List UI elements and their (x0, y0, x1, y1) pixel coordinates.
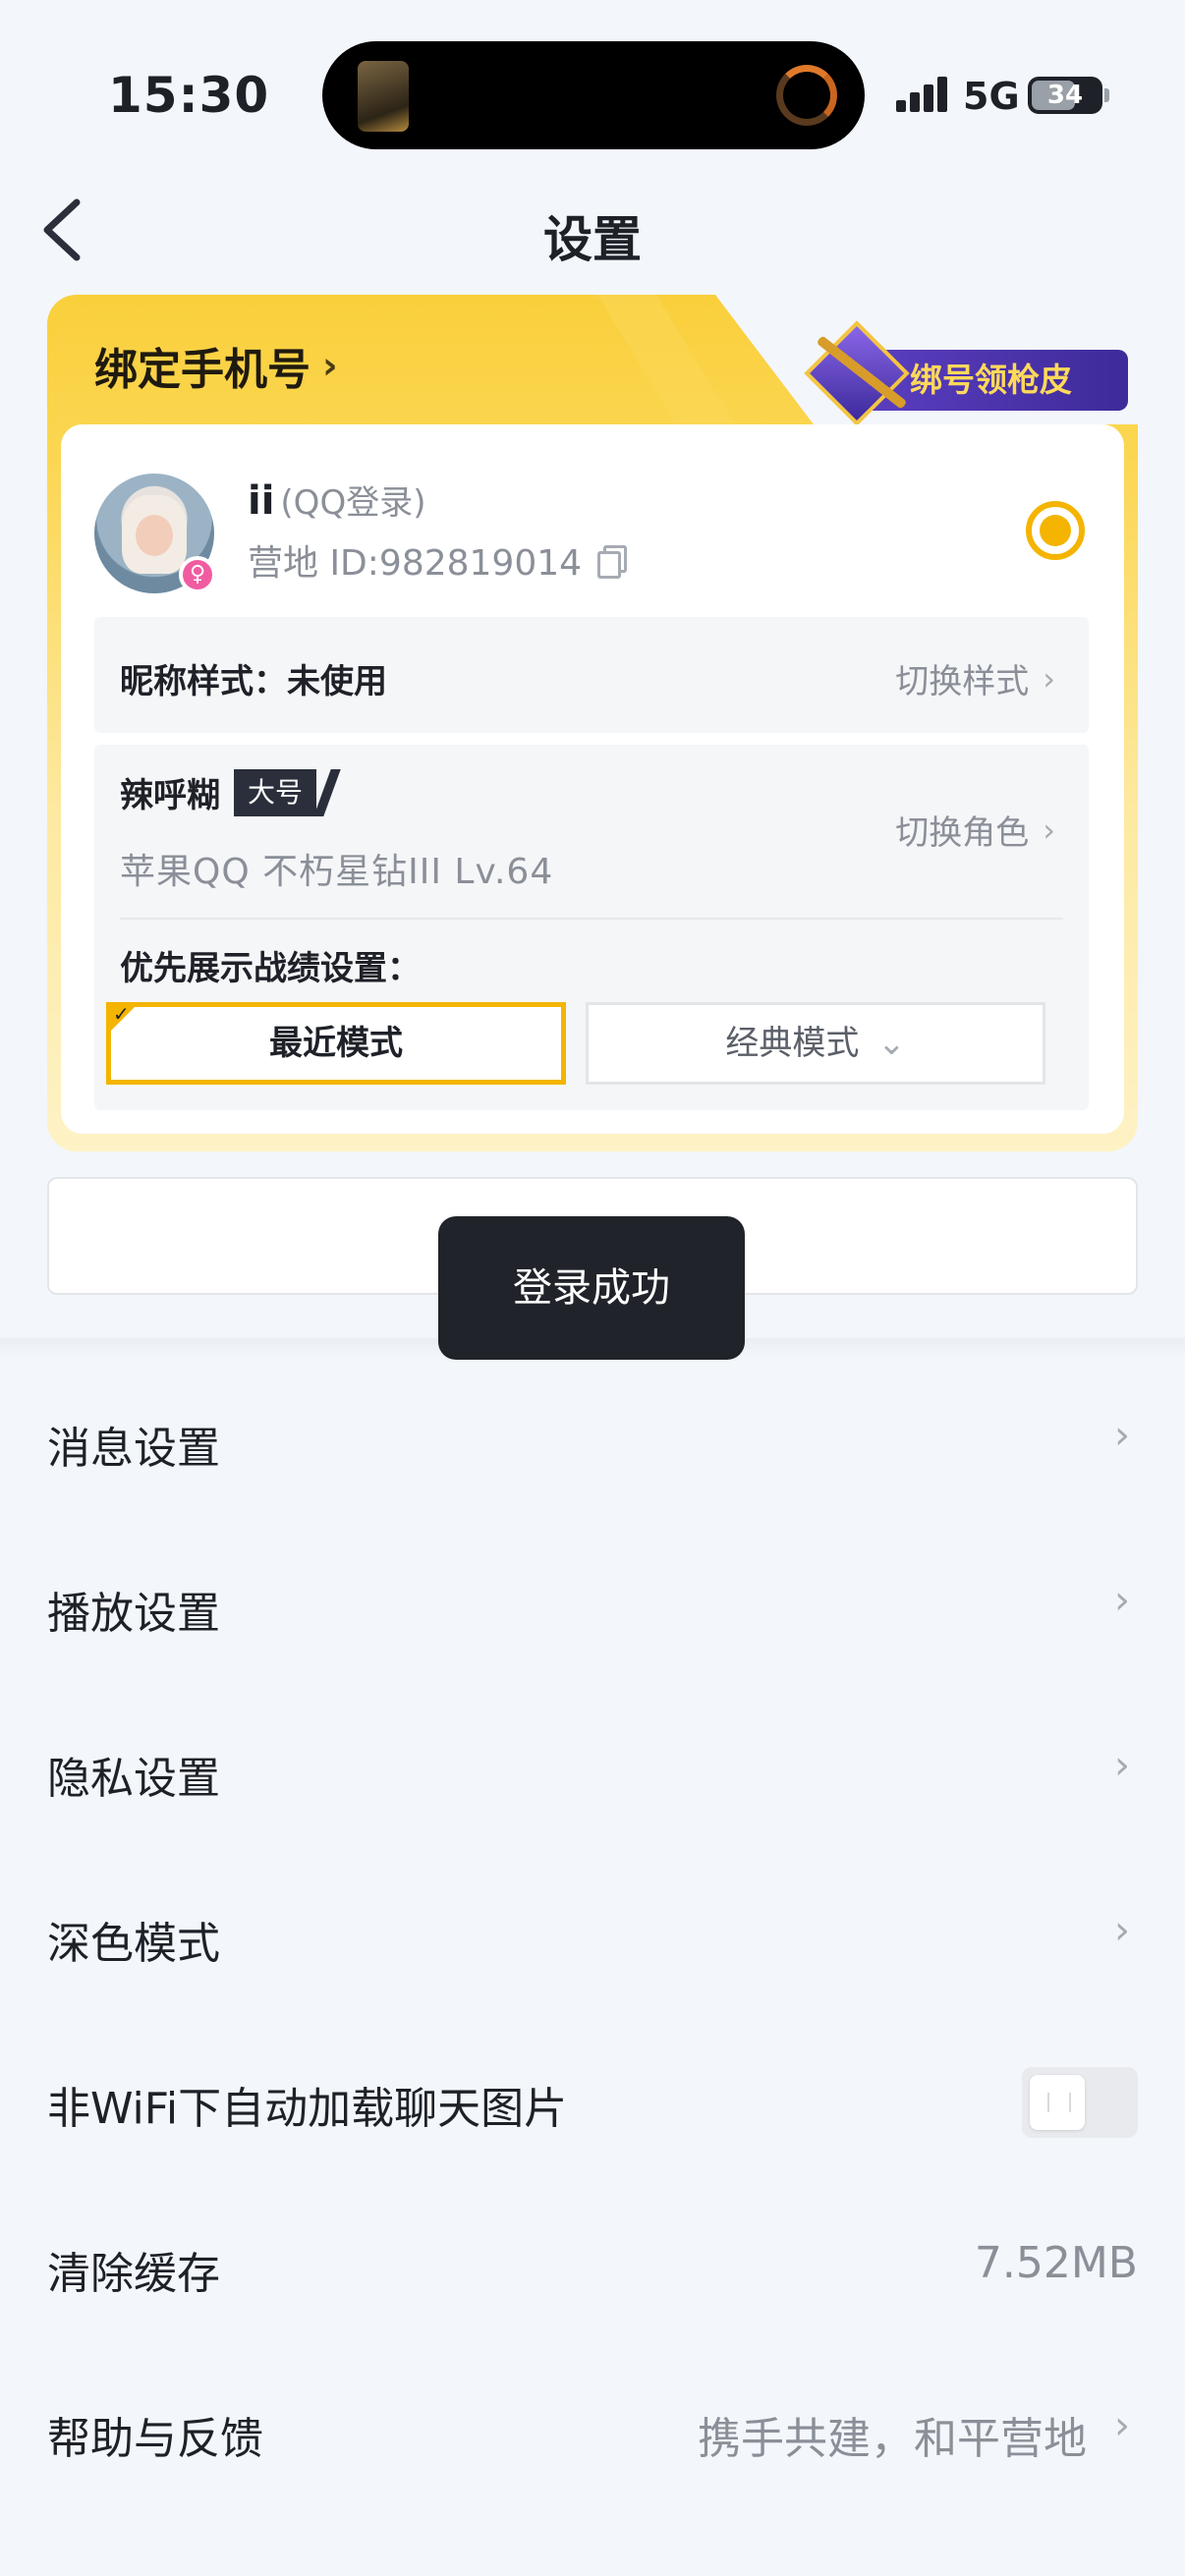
user-nickname: ii (QQ登录) (248, 476, 425, 524)
chevron-right-icon: › (1043, 811, 1055, 849)
nickname-style-row[interactable]: 昵称样式：未使用 切换样式 › (94, 617, 1089, 733)
chevron-right-icon: › (1114, 2403, 1130, 2448)
account-selected-radio[interactable] (1026, 501, 1085, 560)
login-success-toast: 登录成功 (438, 1216, 745, 1360)
account-card-content: ♀ ii (QQ登录) 营地 ID:982819014 昵称样式：未使用 切换样式… (61, 424, 1124, 1134)
classic-mode-label: 经典模式 (725, 1024, 860, 1063)
message-settings-row[interactable]: 消息设置 › (0, 1356, 1185, 1521)
switch-style-label: 切换样式 (895, 662, 1030, 701)
switch-style-link[interactable]: 切换样式 › (895, 654, 1055, 702)
now-playing-thumbnail (358, 61, 409, 132)
game-role-panel: 辣呼糊 大号 苹果QQ 不朽星钻III Lv.64 切换角色 › 优先展示战绩设… (94, 745, 1089, 1110)
chevron-right-icon: › (322, 344, 338, 387)
account-card: 绑定手机号 › 绑号领枪皮 ♀ ii (QQ登录) 营地 ID:982819014… (47, 295, 1138, 1151)
recent-mode-label: 最近模式 (269, 1024, 403, 1063)
wifi-image-autoload-row: 非WiFi下自动加载聊天图片 (0, 2016, 1185, 2181)
page-title: 设置 (543, 211, 642, 268)
switch-role-label: 切换角色 (895, 813, 1030, 853)
dark-mode-row[interactable]: 深色模式 › (0, 1851, 1185, 2016)
dynamic-island (322, 41, 865, 149)
female-gender-icon: ♀ (179, 556, 216, 593)
settings-label: 帮助与反馈 (47, 2414, 263, 2464)
clear-cache-row[interactable]: 清除缓存 7.52MB (0, 2181, 1185, 2346)
settings-label: 非WiFi下自动加载聊天图片 (47, 2084, 568, 2134)
chevron-down-icon: ⌄ (877, 1024, 906, 1063)
check-icon: ✓ (113, 1002, 130, 1026)
signal-icon (896, 77, 951, 112)
nickname-style-label: 昵称样式：未使用 (120, 662, 387, 701)
camp-id-text: 营地 ID:982819014 (248, 543, 583, 584)
copy-icon[interactable] (597, 545, 628, 579)
cache-size: 7.52MB (974, 2238, 1138, 2288)
wifi-image-autoload-toggle[interactable] (1022, 2067, 1138, 2138)
record-preference-label: 优先展示战绩设置： (120, 949, 421, 988)
bind-phone-label: 绑定手机号 (94, 345, 310, 395)
classic-mode-dropdown[interactable]: 经典模式 ⌄ (586, 1002, 1045, 1085)
role-name: 辣呼糊 大号 (120, 768, 317, 816)
bind-phone-link[interactable]: 绑定手机号 › (94, 334, 338, 397)
settings-label: 消息设置 (47, 1424, 220, 1474)
camp-id: 营地 ID:982819014 (248, 534, 628, 586)
chevron-right-icon: › (1043, 659, 1055, 698)
settings-label: 隐私设置 (47, 1754, 220, 1804)
settings-label: 清除缓存 (47, 2249, 220, 2299)
status-time: 15:30 (108, 67, 270, 124)
role-info: 苹果QQ 不朽星钻III Lv.64 (120, 852, 554, 892)
login-type: (QQ登录) (280, 483, 426, 523)
settings-label: 播放设置 (47, 1589, 220, 1639)
bind-reward-button[interactable]: 绑号领枪皮 (794, 320, 1175, 426)
settings-label: 深色模式 (47, 1919, 220, 1969)
status-bar: 15:30 5G 34 (0, 0, 1185, 187)
help-feedback-row[interactable]: 帮助与反馈 携手共建，和平营地 › (0, 2346, 1185, 2511)
help-feedback-hint: 携手共建，和平营地 (698, 2414, 1087, 2464)
divider (120, 918, 1063, 920)
chevron-right-icon: › (1114, 1413, 1130, 1458)
chevron-right-icon: › (1114, 1578, 1130, 1623)
privacy-settings-row[interactable]: 隐私设置 › (0, 1686, 1185, 1851)
main-account-tag: 大号 (234, 768, 317, 816)
battery-level: 34 (1046, 81, 1084, 110)
toggle-knob (1030, 2075, 1085, 2130)
role-name-text: 辣呼糊 (120, 776, 220, 815)
playback-settings-row[interactable]: 播放设置 › (0, 1521, 1185, 1686)
nickname-text: ii (248, 478, 275, 524)
activity-ring-icon (776, 65, 837, 126)
network-label: 5G (963, 75, 1020, 118)
chevron-right-icon: › (1114, 1908, 1130, 1953)
chevron-right-icon: › (1114, 1743, 1130, 1788)
switch-role-link[interactable]: 切换角色 › (895, 806, 1055, 854)
recent-mode-button[interactable]: ✓ 最近模式 (106, 1002, 566, 1085)
battery-icon: 34 (1028, 77, 1102, 114)
